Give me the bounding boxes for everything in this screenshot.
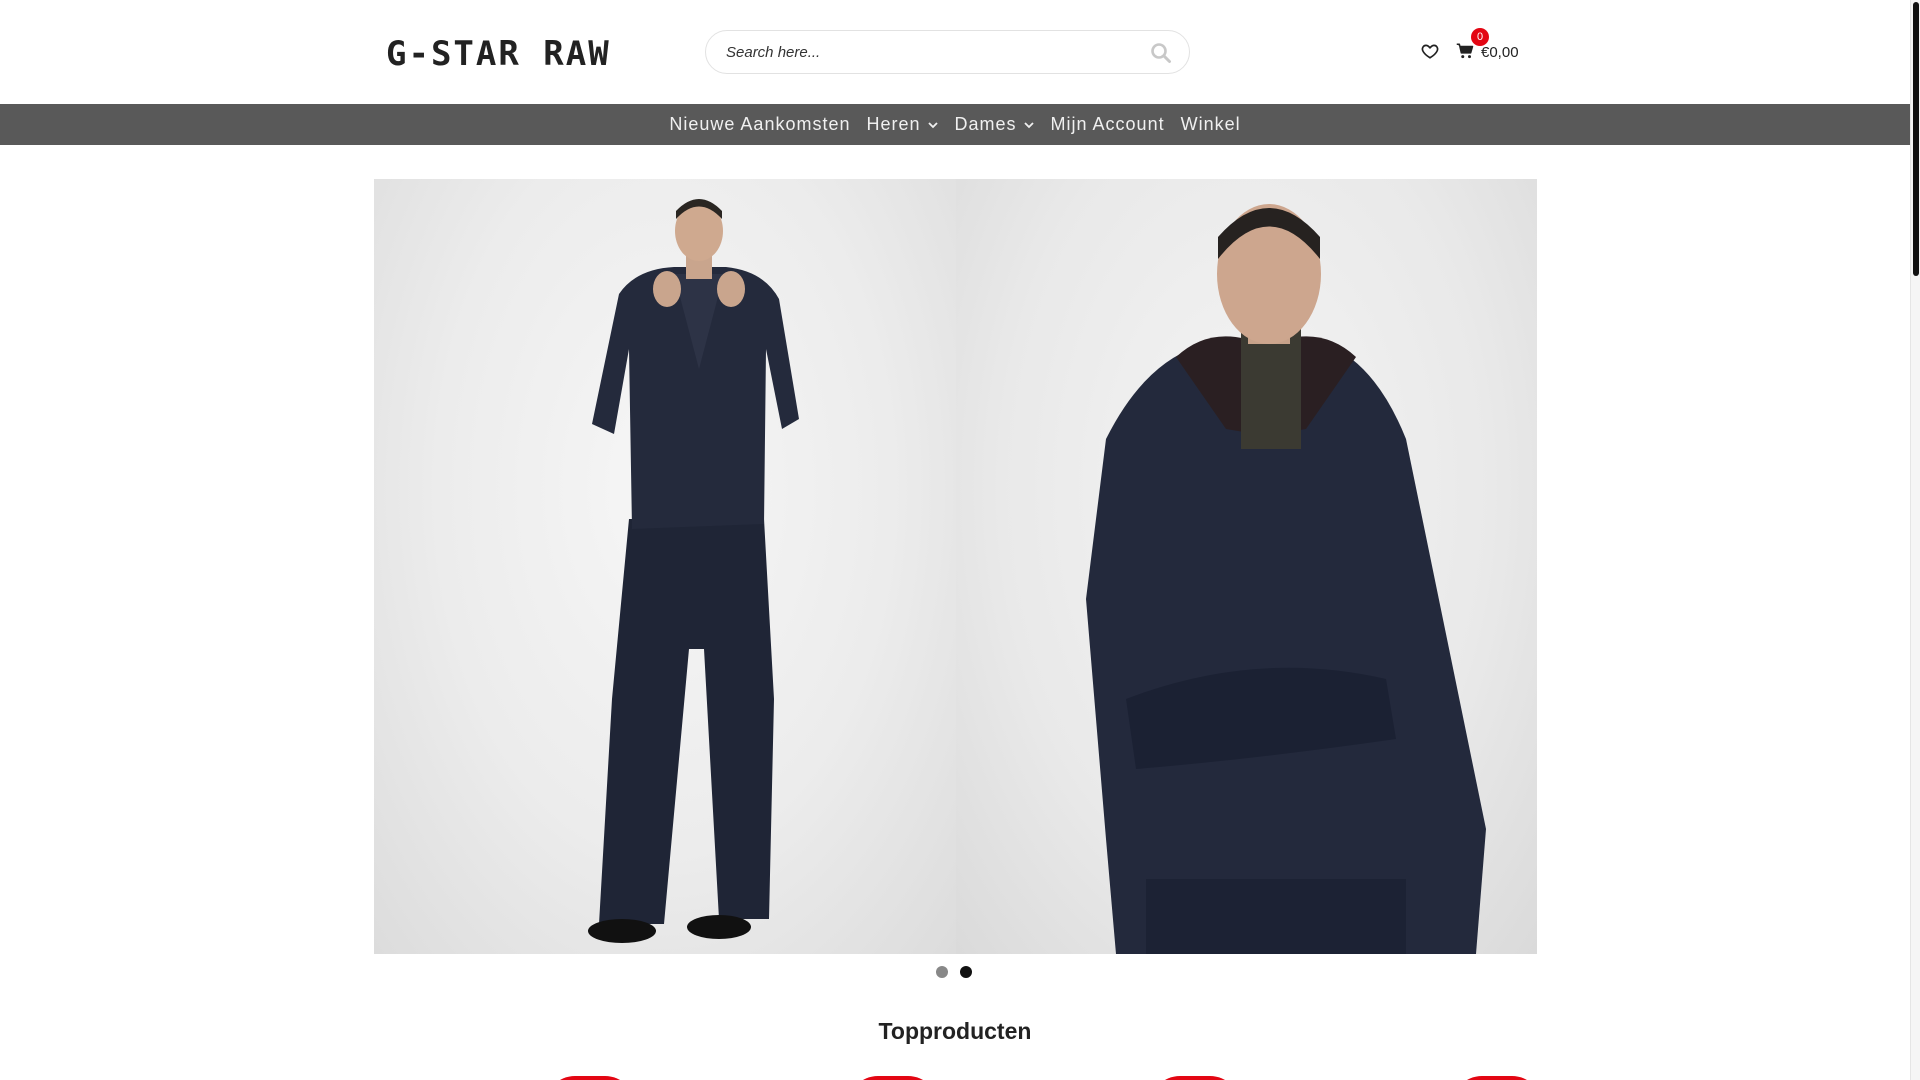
product-badge xyxy=(848,1076,938,1080)
page-scrollbar[interactable] xyxy=(1910,0,1920,1080)
nav-item-nieuwe-aankomsten[interactable]: Nieuwe Aankomsten xyxy=(661,114,858,135)
search-icon[interactable] xyxy=(1149,41,1173,65)
chevron-down-icon xyxy=(927,121,938,128)
hero-image-portrait-model xyxy=(955,179,1537,954)
top-products-preview xyxy=(0,1076,1910,1080)
site-header: G-STAR RAW 0 €0,00 xyxy=(0,0,1910,104)
cart-icon[interactable] xyxy=(1456,42,1474,60)
nav-item-label: Nieuwe Aankomsten xyxy=(669,114,851,134)
slider-dot[interactable] xyxy=(936,966,948,978)
slider-pagination xyxy=(0,966,1910,978)
hero-image-full-body-model xyxy=(374,179,956,954)
scrollbar-thumb[interactable] xyxy=(1913,2,1919,276)
product-badge xyxy=(1452,1076,1542,1080)
nav-item-heren[interactable]: Heren xyxy=(858,114,946,135)
nav-item-label: Winkel xyxy=(1180,114,1241,134)
main-navigation: Nieuwe Aankomsten Heren Dames Mijn Accou… xyxy=(0,104,1910,145)
search-input[interactable] xyxy=(726,31,1126,73)
nav-item-winkel[interactable]: Winkel xyxy=(1173,114,1249,135)
nav-item-label: Dames xyxy=(954,114,1017,134)
product-badge xyxy=(545,1076,635,1080)
cart-total[interactable]: €0,00 xyxy=(1481,44,1519,61)
nav-item-label: Heren xyxy=(866,114,921,134)
section-title: Topproducten xyxy=(878,1018,1032,1044)
slider-dot-active[interactable] xyxy=(960,966,972,978)
nav-item-dames[interactable]: Dames xyxy=(947,114,1043,135)
heart-icon[interactable] xyxy=(1421,42,1439,60)
hero-slider[interactable] xyxy=(374,179,1537,954)
nav-item-label: Mijn Account xyxy=(1050,114,1165,134)
chevron-down-icon xyxy=(1023,121,1034,128)
brand-logo[interactable]: G-STAR RAW xyxy=(386,34,611,74)
product-badge xyxy=(1150,1076,1240,1080)
nav-item-mijn-account[interactable]: Mijn Account xyxy=(1043,114,1173,135)
search-box xyxy=(705,30,1190,74)
